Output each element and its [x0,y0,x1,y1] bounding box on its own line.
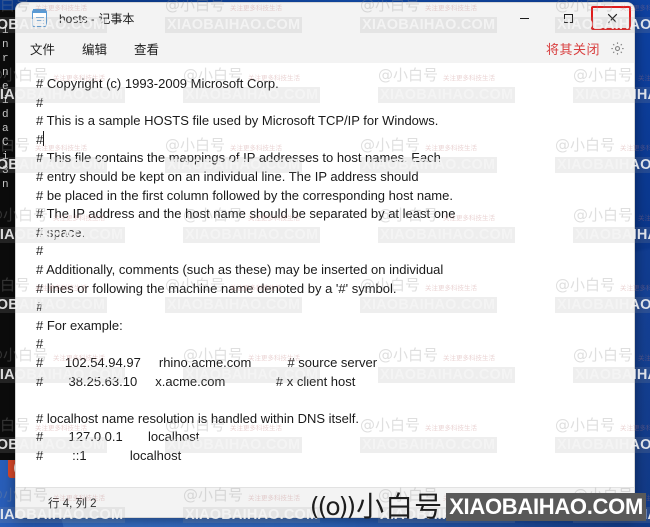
gear-icon[interactable] [610,41,625,56]
close-button[interactable] [590,3,634,33]
notepad-icon [32,9,47,27]
minimize-button[interactable] [502,3,546,33]
watermark-subtitle: 关注更多科技生活 [638,214,650,222]
hosts-file-content: # Copyright (c) 1993-2009 Microsoft Corp… [36,76,456,463]
menu-bar: 文件 编辑 查看 将其关闭 [16,33,634,63]
close-annotation-text: 将其关闭 [545,42,600,57]
text-editor-area[interactable]: # Copyright (c) 1993-2009 Microsoft Corp… [16,63,634,487]
menu-item-edit[interactable]: 编辑 [82,39,107,58]
title-bar[interactable]: hosts - 记事本 [16,3,634,33]
maximize-button[interactable] [546,3,590,33]
menu-item-view[interactable]: 查看 [134,39,159,58]
notepad-window: hosts - 记事本 文件 编辑 查看 将其关闭 # Copyright (c… [15,2,635,518]
status-bar: 行 4, 列 2 [16,487,634,517]
window-title: hosts - 记事本 [59,11,135,26]
text-caret [43,131,44,146]
cursor-position-indicator: 行 4, 列 2 [48,497,97,510]
window-controls [502,3,634,33]
menu-item-file[interactable]: 文件 [30,39,55,58]
desktop-background: exe i n r n e i d a C i 3 n hosts - 记事本 [0,0,650,527]
watermark-subtitle: 关注更多科技生活 [638,74,650,82]
